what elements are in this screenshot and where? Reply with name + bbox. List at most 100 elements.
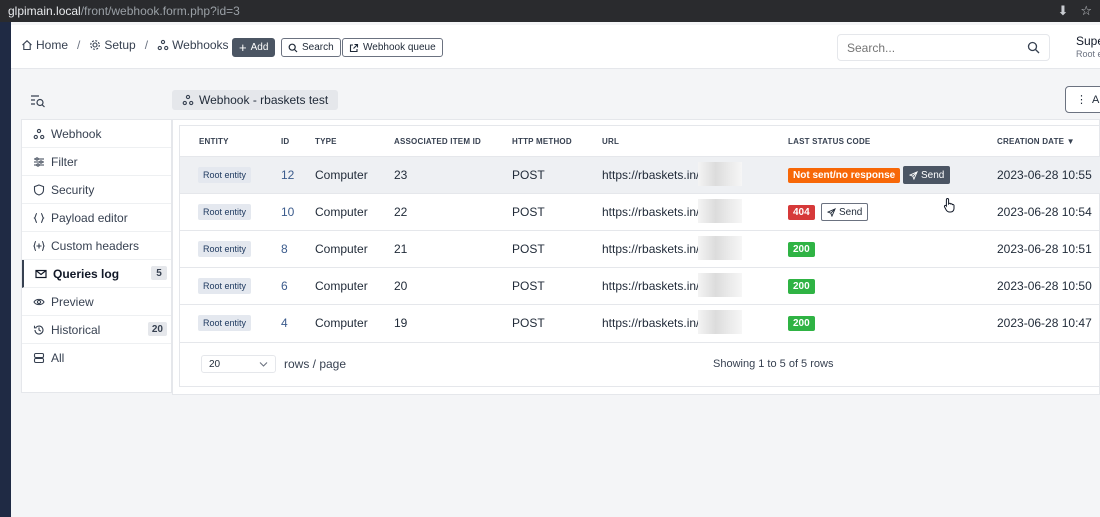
share-icon[interactable]: ⬇	[1057, 3, 1068, 19]
page-title: Webhook - rbaskets test	[172, 90, 339, 110]
user-name: Super-Admin	[1076, 34, 1100, 48]
url-host: glpimain.local	[8, 4, 81, 18]
row-id-link[interactable]: 6	[281, 279, 288, 293]
sidebar-item-preview[interactable]: Preview	[22, 288, 171, 316]
user-entity: Root entity	[1076, 49, 1100, 59]
row-url: https://rbaskets.in/	[602, 205, 700, 219]
eye-icon	[33, 298, 45, 305]
row-id-link[interactable]: 4	[281, 316, 288, 330]
search-input[interactable]	[847, 40, 1017, 55]
row-item: 22	[394, 205, 408, 219]
row-date: 2023-06-28 10:51	[997, 242, 1092, 256]
star-icon[interactable]: ☆	[1080, 3, 1092, 19]
entity-badge: Root entity	[198, 167, 252, 183]
col-item[interactable]: ASSOCIATED ITEM ID	[394, 137, 481, 146]
redacted-url-part	[698, 310, 742, 334]
row-date: 2023-06-28 10:54	[997, 205, 1092, 219]
table-header: ENTITY ID TYPE ASSOCIATED ITEM ID HTTP M…	[180, 126, 1100, 156]
add-button[interactable]: + Add	[232, 38, 276, 57]
actions-button[interactable]: ⋮ A	[1065, 86, 1100, 113]
user-menu[interactable]: Super-Admin Root entity	[1076, 35, 1100, 61]
url-path: /front/webhook.form.php?id=3	[80, 4, 240, 18]
browser-url-bar[interactable]: glpimain.local/front/webhook.form.php?id…	[0, 0, 1100, 22]
row-id-link[interactable]: 12	[281, 168, 294, 182]
table-pager: 20 rows / page Showing 1 to 5 of 5 rows	[180, 342, 1100, 388]
breadcrumb-home[interactable]: Home	[21, 38, 68, 52]
sidebar-item-historical[interactable]: Historical 20	[22, 316, 171, 344]
sidebar-item-custom-headers[interactable]: Custom headers	[22, 232, 171, 260]
row-type: Computer	[315, 279, 368, 293]
webhook-icon	[33, 128, 45, 139]
sidebar-item-filter[interactable]: Filter	[22, 148, 171, 176]
collapse-menu-icon[interactable]	[30, 94, 46, 108]
send-button[interactable]: Send	[903, 166, 951, 184]
send-button[interactable]: Send	[821, 203, 869, 221]
breadcrumb-webhooks[interactable]: Webhooks	[157, 38, 229, 52]
table-row[interactable]: Root entity 10 Computer 22 POST https://…	[180, 193, 1100, 230]
row-item: 21	[394, 242, 408, 256]
row-id-link[interactable]: 8	[281, 242, 288, 256]
row-url: https://rbaskets.in/	[602, 316, 700, 330]
col-type[interactable]: TYPE	[315, 137, 337, 146]
row-url: https://rbaskets.in/	[602, 279, 700, 293]
row-id-link[interactable]: 10	[281, 205, 294, 219]
left-menu-strip	[0, 22, 11, 517]
braces-icon	[33, 212, 45, 223]
col-status[interactable]: LAST STATUS CODE	[788, 137, 870, 146]
col-method[interactable]: HTTP METHOD	[512, 137, 572, 146]
row-method: POST	[512, 316, 545, 330]
stack-icon	[33, 352, 45, 364]
row-date: 2023-06-28 10:55	[997, 168, 1092, 182]
table-row[interactable]: Root entity 8 Computer 21 POST https://r…	[180, 230, 1100, 267]
row-item: 20	[394, 279, 408, 293]
row-url: https://rbaskets.in/	[602, 242, 700, 256]
sort-desc-icon: ▼	[1066, 137, 1075, 146]
more-vertical-icon: ⋮	[1076, 94, 1087, 106]
app-area: Home / Setup / Webhooks + Add Search Webh…	[11, 22, 1100, 517]
sidebar-item-security[interactable]: Security	[22, 176, 171, 204]
table-row[interactable]: Root entity 4 Computer 19 POST https://r…	[180, 304, 1100, 341]
history-icon	[33, 325, 44, 335]
sidebar-item-webhook[interactable]: Webhook	[22, 120, 171, 148]
redacted-url-part	[698, 236, 742, 260]
sidebar-item-all[interactable]: All	[22, 344, 171, 372]
hand-cursor-icon	[943, 197, 955, 213]
filter-icon	[34, 156, 44, 167]
global-search	[837, 34, 1050, 61]
home-icon	[22, 40, 32, 51]
sidebar-item-queries-log[interactable]: Queries log 5	[22, 260, 171, 288]
breadcrumb-setup[interactable]: Setup	[89, 38, 136, 52]
table-row[interactable]: Root entity 6 Computer 20 POST https://r…	[180, 267, 1100, 304]
entity-badge: Root entity	[198, 204, 252, 220]
search-button[interactable]: Search	[281, 38, 341, 57]
redacted-url-part	[698, 273, 742, 297]
status-badge: Not sent/no response	[788, 168, 901, 183]
search-icon[interactable]	[1027, 41, 1040, 54]
row-date: 2023-06-28 10:50	[997, 279, 1092, 293]
row-item: 23	[394, 168, 408, 182]
shield-icon	[33, 183, 45, 196]
entity-badge: Root entity	[198, 241, 252, 257]
entity-badge: Root entity	[198, 278, 252, 294]
col-date[interactable]: CREATION DATE ▼	[997, 137, 1075, 146]
send-icon	[909, 170, 918, 180]
webhook-queue-button[interactable]: Webhook queue	[342, 38, 443, 57]
status-badge: 200	[788, 279, 815, 294]
row-url: https://rbaskets.in/	[602, 168, 700, 182]
col-entity[interactable]: ENTITY	[199, 137, 229, 146]
historical-count: 20	[147, 322, 167, 336]
row-type: Computer	[315, 205, 368, 219]
redacted-url-part	[698, 162, 742, 186]
status-badge: 404	[788, 205, 815, 220]
row-type: Computer	[315, 168, 368, 182]
col-url[interactable]: URL	[602, 137, 619, 146]
redacted-url-part	[698, 199, 742, 223]
col-id[interactable]: ID	[281, 137, 289, 146]
chevron-down-icon	[259, 362, 268, 367]
row-method: POST	[512, 168, 545, 182]
mail-icon	[35, 269, 47, 278]
table-row[interactable]: Root entity 12 Computer 23 POST https://…	[180, 156, 1100, 193]
sidebar-item-payload-editor[interactable]: Payload editor	[22, 204, 171, 232]
plus-icon: +	[239, 39, 247, 55]
page-size-select[interactable]: 20	[201, 355, 276, 373]
